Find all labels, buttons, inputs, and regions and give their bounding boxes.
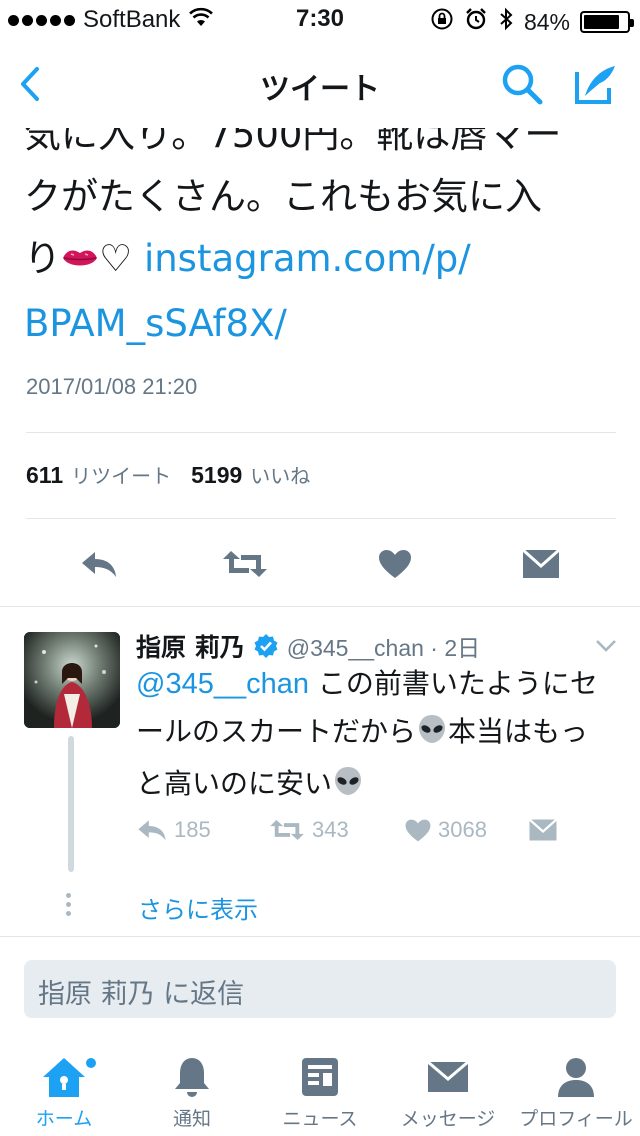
reply-input[interactable]: 指原 莉乃 に返信	[24, 960, 616, 1018]
tab-label: メッセージ	[400, 1108, 496, 1130]
battery-percent: 84%	[523, 8, 570, 35]
chevron-down-icon	[596, 640, 616, 652]
nav-bar: ツイート	[0, 40, 640, 128]
tweet-stats: 611 リツイート 5199 いいね	[26, 460, 330, 489]
divider	[0, 606, 640, 607]
tweet-text-fragment: り	[24, 237, 61, 280]
reply-text-line: ールのスカートだから 本当はもっ	[136, 708, 616, 760]
alarm-icon	[464, 7, 488, 37]
mail-icon	[522, 548, 560, 578]
tweet-body: 気に入り。7500円。靴は唇マー クがたくさん。これもお気に入 り ♡ insta…	[24, 128, 624, 348]
reply-text: @345__chan この前書いたようにセ ールのスカートだから 本当はもっ と高…	[136, 660, 616, 812]
author-handle-time[interactable]: @345__chan · 2日	[287, 629, 480, 663]
home-icon	[0, 1054, 128, 1100]
news-icon	[256, 1054, 384, 1100]
search-button[interactable]	[496, 58, 548, 110]
reply-reply-button[interactable]: 185	[136, 812, 211, 848]
search-icon	[502, 64, 543, 105]
battery-icon	[580, 11, 634, 33]
instagram-link-continued[interactable]: BPAM_sSAf8X/	[24, 293, 624, 348]
reply-text-line: と高いのに安い	[136, 760, 616, 812]
reply-text-fragment: この前書いたようにセ	[308, 667, 598, 700]
mail-icon	[528, 818, 558, 841]
tweet-text-line: り ♡ instagram.com/p/	[24, 228, 624, 293]
status-bar: SoftBank 7:30 84%	[0, 0, 640, 40]
show-more-link[interactable]: さらに表示	[138, 890, 258, 925]
tab-label: ニュース	[282, 1108, 358, 1130]
tweet-text-line: 気に入り。7500円。靴は唇マー	[24, 128, 562, 156]
tweet-options-button[interactable]	[592, 636, 620, 656]
back-button[interactable]	[10, 60, 50, 108]
tab-profile[interactable]: プロフィール	[512, 1048, 640, 1136]
like-count[interactable]: 5199	[191, 462, 242, 489]
wifi-icon	[188, 7, 214, 33]
retweet-icon	[270, 820, 304, 840]
instagram-link[interactable]: instagram.com/p/	[144, 237, 471, 280]
reply-icon	[138, 820, 166, 841]
reply-icon	[82, 552, 116, 577]
person-icon	[512, 1054, 640, 1100]
retweet-count: 343	[312, 817, 349, 842]
avatar[interactable]	[24, 632, 120, 728]
divider	[0, 936, 640, 937]
tweet-actions	[0, 540, 640, 588]
tab-bar: ホーム 通知 ニュース メッセージ プロフィール	[0, 1048, 640, 1136]
reply-like-button[interactable]: 3068	[404, 812, 487, 848]
retweet-label[interactable]: リツイート	[71, 460, 171, 489]
more-thread-dots-icon	[66, 893, 71, 916]
author-name[interactable]: 指原 莉乃	[136, 628, 245, 664]
reply-text-fragment: 本当はもっ	[448, 715, 589, 748]
retweet-count[interactable]: 611	[26, 462, 63, 489]
retweet-icon	[223, 551, 267, 577]
status-right: 84%	[430, 7, 634, 37]
tab-messages[interactable]: メッセージ	[384, 1048, 512, 1136]
tab-label: ホーム	[35, 1108, 93, 1130]
status-left: SoftBank	[8, 6, 214, 34]
tab-label: プロフィール	[519, 1108, 633, 1130]
tab-label: 通知	[172, 1108, 211, 1130]
mail-icon	[384, 1054, 512, 1100]
reply-header: 指原 莉乃 @345__chan · 2日	[136, 628, 480, 664]
heart-symbol: ♡	[99, 237, 133, 280]
like-count: 3068	[438, 817, 487, 842]
verified-badge-icon	[253, 633, 279, 659]
orientation-lock-icon	[430, 7, 454, 37]
like-label[interactable]: いいね	[250, 460, 310, 489]
tab-news[interactable]: ニュース	[256, 1048, 384, 1136]
like-button[interactable]	[370, 540, 420, 588]
notification-dot	[86, 1058, 96, 1068]
chevron-left-icon	[21, 67, 39, 101]
bell-icon	[128, 1054, 256, 1100]
reply-text-fragment: ールのスカートだから	[136, 715, 417, 748]
lips-emoji-icon	[61, 244, 99, 279]
reply-button[interactable]	[74, 540, 124, 588]
retweet-button[interactable]	[220, 540, 270, 588]
compose-button[interactable]	[570, 58, 622, 110]
reply-dm-button[interactable]	[528, 812, 558, 848]
direct-message-button[interactable]	[516, 540, 566, 588]
alien-emoji-icon	[332, 764, 364, 812]
reply-text-line: @345__chan この前書いたようにセ	[136, 660, 616, 708]
tab-notifications[interactable]: 通知	[128, 1048, 256, 1136]
heart-icon	[379, 550, 411, 578]
tweet-text: 気に入り。7500円。靴は唇マー クがたくさん。これもお気に入 り ♡ insta…	[24, 128, 624, 348]
reply-count: 185	[174, 817, 211, 842]
carrier-name: SoftBank	[83, 6, 181, 33]
tweet-timestamp: 2017/01/08 21:20	[26, 374, 198, 399]
thread-line	[68, 736, 74, 872]
bluetooth-icon	[498, 7, 514, 37]
heart-icon	[405, 819, 431, 841]
signal-strength-icon	[8, 14, 75, 26]
reply-actions: 185 343 3068	[136, 812, 616, 848]
divider	[26, 432, 616, 433]
reply-text-fragment: と高いのに安い	[136, 767, 333, 800]
compose-icon	[575, 66, 615, 104]
alien-emoji-icon	[416, 712, 448, 760]
mention-link[interactable]: @345__chan	[136, 668, 309, 700]
tab-home[interactable]: ホーム	[0, 1048, 128, 1136]
divider	[26, 518, 616, 519]
tweet-text-line: クがたくさん。これもお気に入	[24, 175, 542, 218]
reply-retweet-button[interactable]: 343	[268, 812, 349, 848]
